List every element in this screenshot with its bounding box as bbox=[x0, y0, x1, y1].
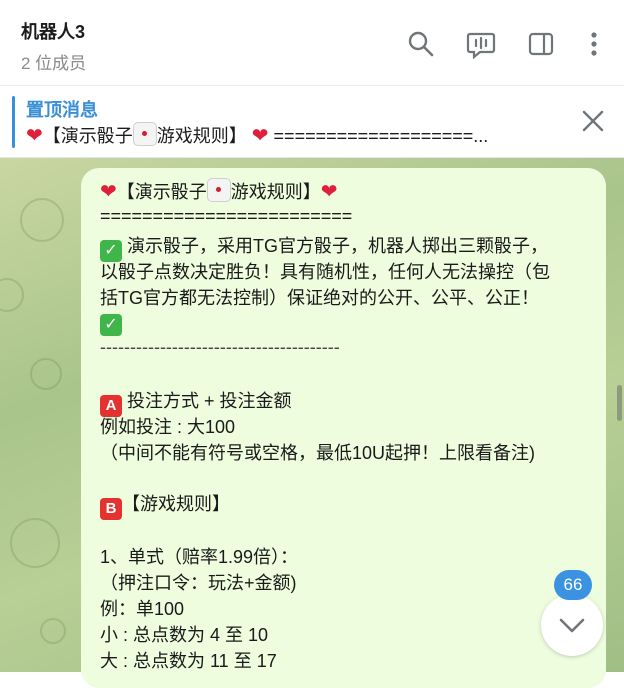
pinned-title: 置顶消息 bbox=[26, 100, 98, 120]
message-line: 大 : 总点数为 11 至 17 bbox=[100, 651, 277, 671]
unread-count-badge: 66 bbox=[554, 570, 592, 600]
close-icon[interactable] bbox=[580, 108, 606, 134]
message-line: ❤【演示骰子 游戏规则】❤ bbox=[100, 178, 338, 204]
message-line: B 【游戏规则】 bbox=[100, 490, 230, 520]
message-line: （押注口令：玩法+金额) bbox=[100, 573, 297, 593]
message-line: 以骰子点数决定胜负！具有随机性，任何人无法操控（包 bbox=[100, 262, 550, 282]
message-line: 例如投注 : 大100 bbox=[100, 417, 236, 437]
dice-icon bbox=[132, 122, 157, 146]
more-vertical-icon[interactable] bbox=[580, 29, 610, 59]
pinned-message-bar[interactable]: 置顶消息 ❤【演示骰子 游戏规则】 ❤ ===================..… bbox=[0, 86, 624, 158]
chat-header: 机器人3 2 位成员 bbox=[0, 0, 624, 86]
pinned-preview: ❤【演示骰子 游戏规则】 ❤ ===================... bbox=[26, 122, 556, 148]
message-line: 括TG官方都无法控制）保证绝对的公开、公平、公正！ bbox=[100, 288, 539, 308]
message-line: ---------------------------------------- bbox=[100, 337, 340, 357]
live-chat-icon[interactable] bbox=[466, 29, 496, 59]
letter-b-icon: B bbox=[100, 498, 122, 520]
check-icon: ✓ bbox=[100, 314, 122, 336]
message-line: ✓ bbox=[100, 310, 122, 336]
heart-icon: ❤ bbox=[320, 181, 338, 203]
heart-icon: ❤ bbox=[251, 125, 269, 147]
chevron-down-icon bbox=[559, 618, 585, 633]
search-icon[interactable] bbox=[406, 29, 436, 59]
message-line: 1、单式（赔率1.99倍）： bbox=[100, 547, 299, 567]
member-count: 2 位成员 bbox=[21, 54, 87, 73]
message-line: （中间不能有符号或空格，最低10U起押！上限看备注) bbox=[100, 443, 536, 463]
pinned-indicator bbox=[12, 96, 15, 148]
message-line: ======================== bbox=[100, 206, 353, 226]
message-line: 例：单100 bbox=[100, 599, 185, 619]
dice-icon bbox=[206, 178, 231, 202]
sidebar-icon[interactable] bbox=[526, 29, 556, 59]
heart-icon: ❤ bbox=[26, 125, 43, 147]
message-line: 小 : 总点数为 4 至 10 bbox=[100, 625, 269, 645]
scrollbar[interactable] bbox=[617, 385, 622, 421]
heart-icon: ❤ bbox=[100, 181, 117, 203]
scroll-down-button[interactable] bbox=[541, 594, 603, 656]
chat-title[interactable]: 机器人3 bbox=[21, 18, 85, 44]
